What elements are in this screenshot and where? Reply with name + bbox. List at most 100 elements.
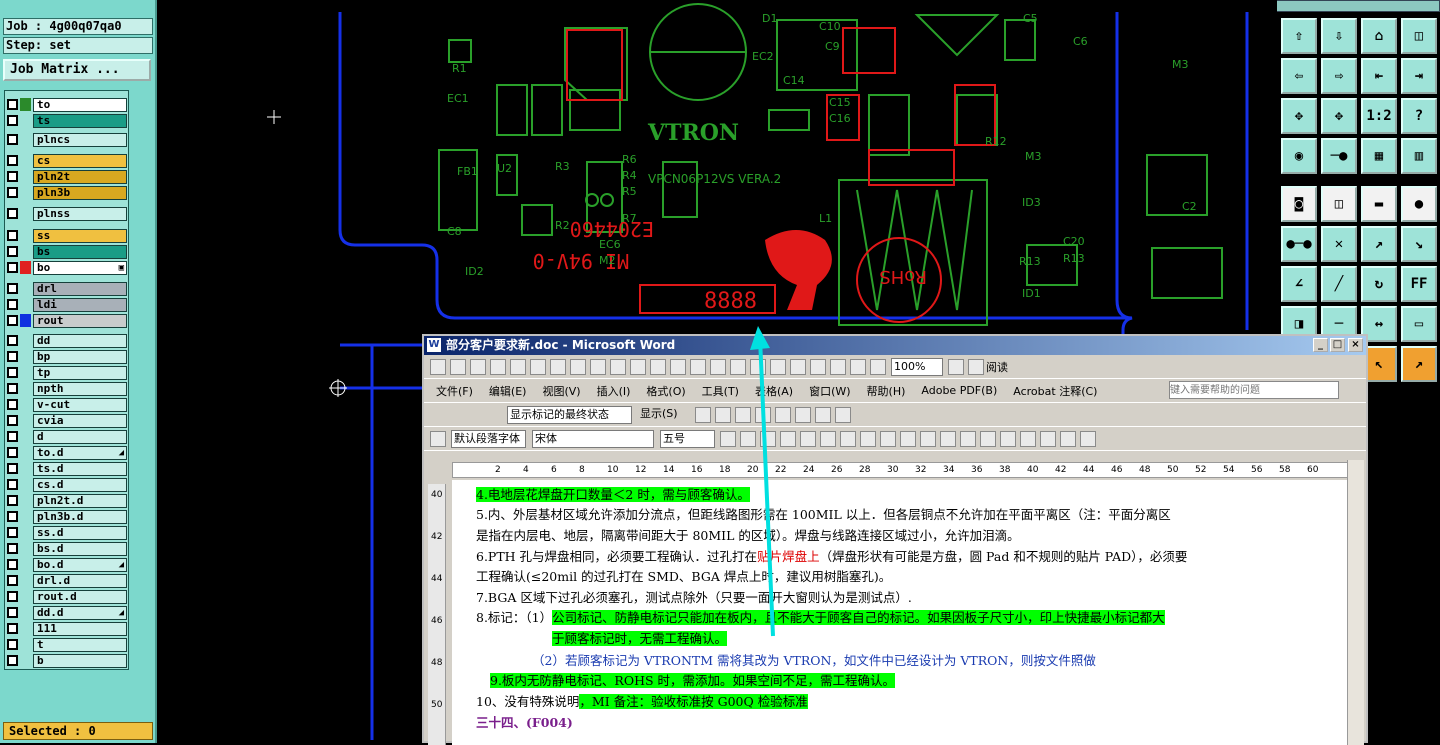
style-select[interactable]: 默认段落字体 — [451, 429, 526, 448]
layer-checkbox[interactable] — [7, 299, 18, 310]
layer-checkbox[interactable] — [7, 367, 18, 378]
layer-row-b[interactable]: b — [7, 653, 127, 668]
accept-change-icon[interactable] — [735, 406, 751, 423]
layer-name[interactable]: to.d ◢ — [33, 445, 127, 460]
layer-checkbox[interactable] — [7, 171, 18, 182]
layer-name[interactable]: to — [33, 97, 127, 112]
reviewing-pane-icon[interactable] — [835, 406, 851, 423]
layer-checkbox[interactable] — [7, 495, 18, 506]
layer-checkbox[interactable] — [7, 335, 18, 346]
align-right-icon[interactable] — [880, 430, 896, 447]
next-change-icon[interactable] — [715, 406, 731, 423]
prev-change-icon[interactable] — [695, 406, 711, 423]
layer-name[interactable]: drl.d — [33, 573, 127, 588]
research-icon[interactable] — [590, 358, 606, 375]
layer-row-pln2t[interactable]: pln2t — [7, 169, 127, 184]
layer-checkbox[interactable] — [7, 463, 18, 474]
layer-checkbox[interactable] — [7, 447, 18, 458]
layer-name[interactable]: tp — [33, 365, 127, 380]
layer-checkbox[interactable] — [7, 262, 18, 273]
hyperlink-icon[interactable] — [730, 358, 746, 375]
layer-row-bp[interactable]: bp — [7, 349, 127, 364]
border-char-icon[interactable] — [780, 430, 796, 447]
layer-name[interactable]: v-cut — [33, 397, 127, 412]
menu-item[interactable]: 表格(A) — [755, 383, 793, 399]
layer-checkbox[interactable] — [7, 639, 18, 650]
maximize-button[interactable]: □ — [1330, 338, 1345, 352]
snap-icon[interactable]: ◉ — [1281, 138, 1317, 174]
layer-name[interactable]: bs.d — [33, 541, 127, 556]
show-menu[interactable]: 显示(S) — [638, 405, 690, 424]
layer-checkbox[interactable] — [7, 607, 18, 618]
layer-row-tp[interactable]: tp — [7, 365, 127, 380]
rotate-icon[interactable]: ↻ — [1361, 266, 1397, 302]
window-icon[interactable]: ◫ — [1401, 18, 1437, 54]
layer-row-ts.d[interactable]: ts.d — [7, 461, 127, 476]
shape-icon[interactable]: ◫ — [1321, 186, 1357, 222]
word-window[interactable]: W 部分客户要求新.doc - Microsoft Word _ □ × 100… — [422, 334, 1368, 745]
delete-icon[interactable]: ✕ — [1321, 226, 1357, 262]
enclose-char-icon[interactable] — [1080, 430, 1096, 447]
styles-icon[interactable] — [430, 430, 446, 447]
increase-indent-icon[interactable] — [1000, 430, 1016, 447]
vertical-scrollbar[interactable] — [1347, 460, 1364, 745]
layer-name[interactable]: rout — [33, 313, 127, 328]
highlight-icon[interactable] — [795, 406, 811, 423]
layer-checkbox[interactable] — [7, 351, 18, 362]
layer-row-bs[interactable]: bs — [7, 244, 127, 259]
move-up-icon[interactable]: ⇧ — [1281, 18, 1317, 54]
layer-checkbox[interactable] — [7, 591, 18, 602]
layer-row-ss[interactable]: ss — [7, 228, 127, 243]
decrease-indent-icon[interactable] — [980, 430, 996, 447]
zoom-select[interactable]: 100% — [891, 357, 943, 376]
layer-row-bs.d[interactable]: bs.d — [7, 541, 127, 556]
bullets-icon[interactable] — [960, 430, 976, 447]
layer-name[interactable]: cs — [33, 153, 127, 168]
layer-checkbox[interactable] — [7, 399, 18, 410]
angle-icon[interactable]: ∠ — [1281, 266, 1317, 302]
layer-name[interactable]: ldi — [33, 297, 127, 312]
layer-checkbox[interactable] — [7, 415, 18, 426]
menu-item[interactable]: 工具(T) — [702, 383, 739, 399]
layer-row-npth[interactable]: npth — [7, 381, 127, 396]
layers-icon[interactable]: ▦ — [1361, 138, 1397, 174]
pad-icon[interactable]: ● — [1401, 186, 1437, 222]
menu-item[interactable]: 帮助(H) — [867, 383, 906, 399]
menu-item[interactable]: 窗口(W) — [809, 383, 850, 399]
shading-char-icon[interactable] — [800, 430, 816, 447]
layer-checkbox[interactable] — [7, 655, 18, 666]
layer-row-v-cut[interactable]: v-cut — [7, 397, 127, 412]
numbering-icon[interactable] — [940, 430, 956, 447]
layer-row-ss.d[interactable]: ss.d — [7, 525, 127, 540]
layer-row-d[interactable]: d — [7, 429, 127, 444]
pan-left-icon[interactable]: ⇦ — [1281, 58, 1317, 94]
font-color-icon[interactable] — [1040, 430, 1056, 447]
layer-row-dd.d[interactable]: dd.d ◢ — [7, 605, 127, 620]
layer-checkbox[interactable] — [7, 479, 18, 490]
track-changes-icon[interactable] — [815, 406, 831, 423]
layer-row-drl[interactable]: drl — [7, 281, 127, 296]
layer-name[interactable]: ss — [33, 228, 127, 243]
home-icon[interactable]: ⌂ — [1361, 18, 1397, 54]
layer-row-cs.d[interactable]: cs.d — [7, 477, 127, 492]
layer-row-pln2t.d[interactable]: pln2t.d — [7, 493, 127, 508]
layer-checkbox[interactable] — [7, 383, 18, 394]
read-button[interactable]: 阅读 — [986, 359, 1008, 375]
layer-checkbox[interactable] — [7, 187, 18, 198]
layer-checkbox[interactable] — [7, 623, 18, 634]
layer-row-plnss[interactable]: plnss — [7, 206, 127, 221]
layer-row-rout.d[interactable]: rout.d — [7, 589, 127, 604]
layer-name[interactable]: t — [33, 637, 127, 652]
layer-name[interactable]: pln2t.d — [33, 493, 127, 508]
layer-name[interactable]: bp — [33, 349, 127, 364]
print-preview-icon[interactable] — [550, 358, 566, 375]
reject-change-icon[interactable] — [755, 406, 771, 423]
columns-icon[interactable] — [810, 358, 826, 375]
align-center-icon[interactable] — [860, 430, 876, 447]
diagonal-icon[interactable]: ╱ — [1321, 266, 1357, 302]
layer-row-pln3b[interactable]: pln3b — [7, 185, 127, 200]
layer-name[interactable]: pln3b.d — [33, 509, 127, 524]
layer-name[interactable]: cvia — [33, 413, 127, 428]
print-icon[interactable] — [530, 358, 546, 375]
email-icon[interactable] — [510, 358, 526, 375]
